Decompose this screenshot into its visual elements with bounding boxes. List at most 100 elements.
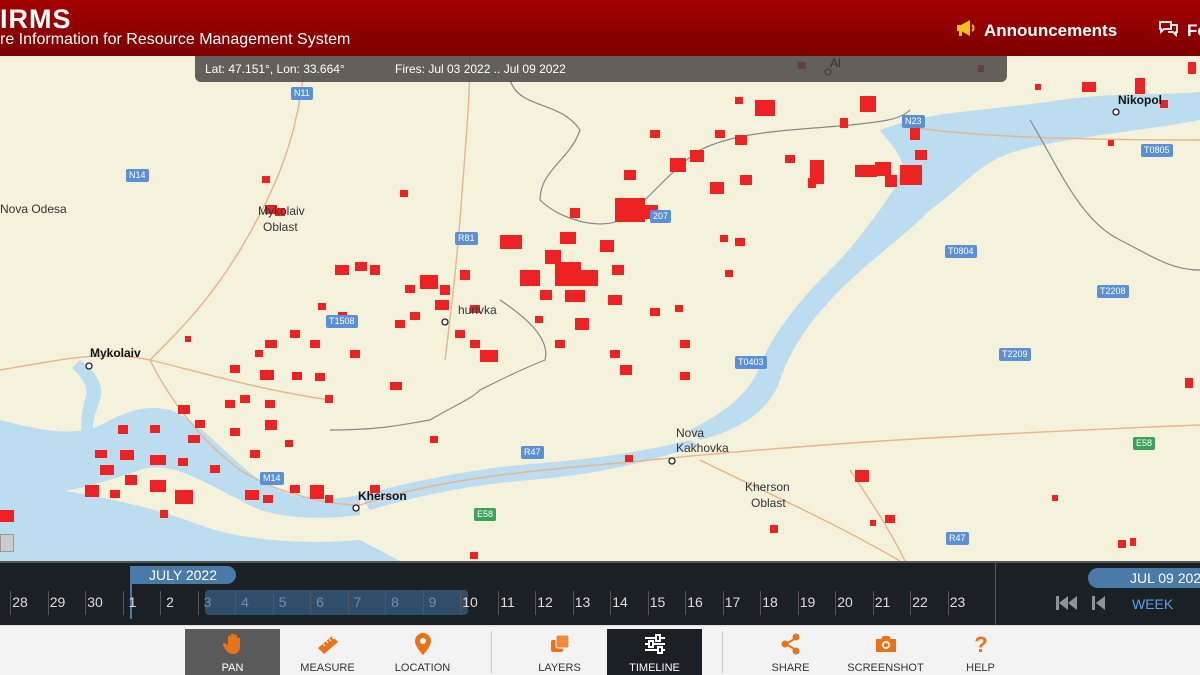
- road-sign: M14: [260, 472, 284, 485]
- layers-icon: [512, 632, 607, 656]
- road-sign: R47: [521, 446, 544, 459]
- place-nova-odesa: Nova Odesa: [0, 202, 67, 216]
- timeline-day[interactable]: 14: [602, 594, 638, 610]
- location-pin-icon: [375, 632, 470, 656]
- timeline-day[interactable]: 16: [677, 594, 713, 610]
- place-snihurivka: hurivka: [458, 303, 497, 317]
- road-sign: E58: [474, 508, 497, 521]
- timeline-day[interactable]: 5: [265, 594, 301, 610]
- timeline-day[interactable]: 30: [77, 594, 113, 610]
- road-sign: N11: [291, 87, 313, 100]
- toolbar-divider: [722, 631, 723, 673]
- place-mykolaiv: Mykolaiv: [90, 346, 141, 360]
- month-label: JULY 2022: [130, 566, 236, 584]
- camera-icon: [838, 632, 933, 656]
- place-kherson-oblast-line2: Oblast: [751, 496, 786, 510]
- hand-icon: [185, 632, 280, 656]
- pan-label: PAN: [221, 662, 244, 674]
- timeline-day[interactable]: 20: [827, 594, 863, 610]
- timeline-button[interactable]: TIMELINE: [607, 629, 702, 675]
- announcements-label: Announcements: [984, 20, 1118, 40]
- road-sign: T0403: [735, 356, 767, 369]
- question-icon: ?: [933, 632, 1028, 656]
- pan-button[interactable]: PAN: [185, 629, 280, 675]
- selected-date[interactable]: JUL 09 202: [1088, 568, 1200, 588]
- feedback-label: Fe: [1187, 20, 1200, 40]
- timeline-day[interactable]: 10: [452, 594, 488, 610]
- timeline-day[interactable]: 11: [490, 594, 526, 610]
- svg-text:?: ?: [974, 633, 987, 655]
- toolbar-divider: [491, 631, 492, 673]
- timeline-bar[interactable]: JULY 2022 28 29 30 1 2 3 4 5 6 7 8 9 10 11 12 13 14 15 16 1…: [0, 561, 1200, 627]
- road-sign: R81: [455, 232, 478, 245]
- step-back-icon[interactable]: [1092, 595, 1106, 616]
- timeline-day[interactable]: 22: [902, 594, 938, 610]
- skip-back-icon[interactable]: [1056, 595, 1078, 616]
- road-sign: T2209: [999, 348, 1031, 361]
- ruler-icon: [280, 632, 375, 656]
- timeline-day[interactable]: 6: [302, 594, 338, 610]
- timeline-day[interactable]: 12: [527, 594, 563, 610]
- timeline-day[interactable]: 19: [790, 594, 826, 610]
- road-sign: R47: [946, 532, 969, 545]
- feedback-link[interactable]: Fe: [1158, 19, 1200, 42]
- place-nova-kakhovka: Nova: [676, 426, 705, 440]
- place-mykolaiv-oblast: Mykolaiv: [258, 204, 305, 218]
- place-top-label: Al: [830, 56, 841, 70]
- cursor-coordinates: Lat: 47.151°, Lon: 33.664°: [205, 62, 345, 76]
- timeline-day[interactable]: 29: [40, 594, 76, 610]
- timeline-day[interactable]: 15: [640, 594, 676, 610]
- place-mykolaiv-oblast-line2: Oblast: [263, 220, 298, 234]
- map-base: [0, 56, 1200, 561]
- bottom-toolbar: PAN MEASURE LOCATION LAYERS TIMELINE SHA…: [0, 625, 1200, 675]
- help-button[interactable]: ? HELP: [933, 629, 1028, 675]
- screenshot-label: SCREENSHOT: [847, 662, 924, 674]
- timeline-day[interactable]: 1: [115, 594, 151, 610]
- place-nikopol: Nikopol: [1118, 93, 1162, 107]
- help-label: HELP: [966, 662, 995, 674]
- layers-button[interactable]: LAYERS: [512, 629, 607, 675]
- share-label: SHARE: [771, 662, 810, 674]
- share-button[interactable]: SHARE: [743, 629, 838, 675]
- app-subtitle: re Information for Resource Management S…: [0, 31, 351, 48]
- road-sign: T0804: [945, 245, 977, 258]
- fire-date-range: Fires: Jul 03 2022 .. Jul 09 2022: [395, 62, 566, 76]
- road-sign: N23: [902, 115, 925, 128]
- screenshot-button[interactable]: SCREENSHOT: [838, 629, 933, 675]
- timeline-day[interactable]: 9: [415, 594, 451, 610]
- road-sign: T0805: [1141, 144, 1173, 157]
- timeline-day[interactable]: 8: [377, 594, 413, 610]
- timeline-day[interactable]: 7: [340, 594, 376, 610]
- timeline-day[interactable]: 13: [565, 594, 601, 610]
- map-control-button[interactable]: [0, 534, 14, 552]
- road-sign: T2208: [1097, 285, 1129, 298]
- timeline-day[interactable]: 3: [190, 594, 226, 610]
- timeline-day[interactable]: 4: [227, 594, 263, 610]
- timeline-day[interactable]: 17: [715, 594, 751, 610]
- chat-icon: [1158, 19, 1180, 42]
- firms-app: IRMS re Information for Resource Managem…: [0, 0, 1200, 675]
- timeline-label: TIMELINE: [629, 662, 680, 674]
- announcements-link[interactable]: Announcements: [955, 19, 1117, 42]
- timeline-day[interactable]: 21: [865, 594, 901, 610]
- road-sign: T1508: [326, 315, 358, 328]
- map-info-bar: Lat: 47.151°, Lon: 33.664° Fires: Jul 03…: [195, 56, 1007, 82]
- place-kherson-oblast: Kherson: [745, 480, 790, 494]
- timeline-day[interactable]: 23: [940, 594, 976, 610]
- app-header: IRMS re Information for Resource Managem…: [0, 0, 1200, 56]
- location-label: LOCATION: [394, 662, 451, 674]
- location-button[interactable]: LOCATION: [375, 629, 470, 675]
- map-canvas[interactable]: Lat: 47.151°, Lon: 33.664° Fires: Jul 03…: [0, 56, 1200, 561]
- measure-label: MEASURE: [300, 662, 355, 674]
- timeline-day[interactable]: 28: [2, 594, 38, 610]
- measure-button[interactable]: MEASURE: [280, 629, 375, 675]
- timeline-day[interactable]: 18: [752, 594, 788, 610]
- place-kherson: Kherson: [358, 489, 407, 503]
- timeline-day[interactable]: 2: [152, 594, 188, 610]
- place-nova-kakhovka-line2: Kakhovka: [676, 441, 729, 455]
- sliders-icon: [607, 632, 702, 656]
- timeline-controls: JUL 09 202 WEEK: [995, 563, 1200, 627]
- road-sign: 207: [650, 210, 672, 223]
- period-selector[interactable]: WEEK: [1132, 596, 1173, 612]
- road-sign: E58: [1133, 437, 1156, 450]
